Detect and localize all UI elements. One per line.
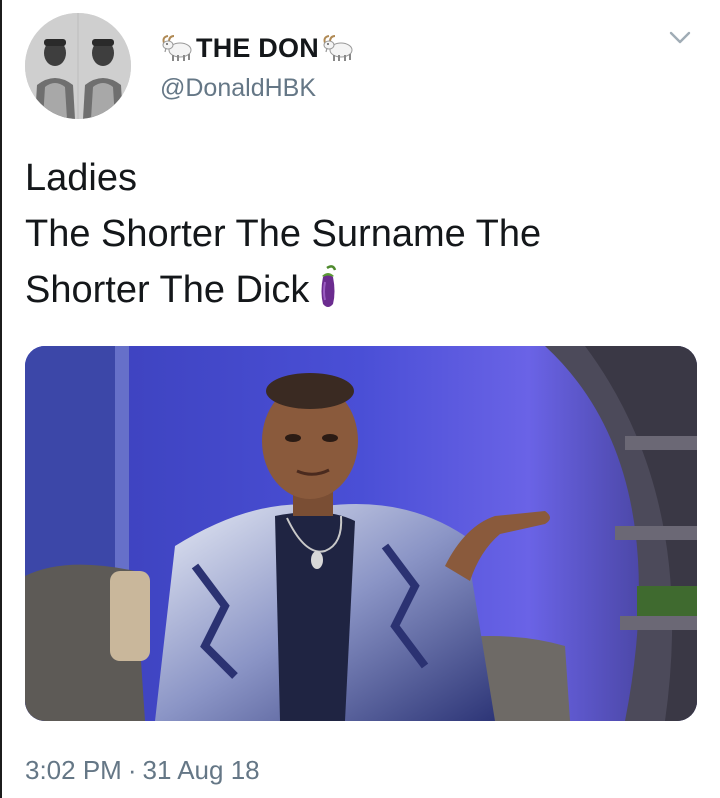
tweet-timestamp[interactable]: 3:02 PM · 31 Aug 18 bbox=[25, 755, 260, 786]
tweet-time[interactable]: 3:02 PM bbox=[25, 755, 122, 785]
author-display-name[interactable]: THE DON bbox=[196, 33, 319, 64]
tweet-date[interactable]: 31 Aug 18 bbox=[143, 755, 260, 785]
eggplant-icon bbox=[315, 264, 341, 310]
tweet-line: Ladies bbox=[25, 157, 137, 199]
goat-icon bbox=[321, 33, 355, 63]
avatar-image bbox=[25, 13, 131, 119]
tweet-photo[interactable] bbox=[25, 346, 697, 721]
author-handle[interactable]: @DonaldHBK bbox=[160, 74, 316, 103]
goat-icon bbox=[160, 33, 194, 63]
tweet-line-last: Shorter The Dick bbox=[25, 262, 685, 318]
chevron-down-icon[interactable] bbox=[666, 28, 694, 48]
tweet-text: Ladies The Shorter The Surname The Short… bbox=[25, 150, 685, 318]
photo-image bbox=[25, 346, 697, 721]
author-name-row[interactable]: THE DON bbox=[160, 30, 355, 66]
tweet-line-text: Shorter The Dick bbox=[25, 269, 310, 311]
author-avatar[interactable] bbox=[25, 13, 131, 119]
tweet-line: The Shorter The Surname The bbox=[25, 213, 542, 255]
timestamp-separator: · bbox=[127, 755, 137, 785]
left-border bbox=[0, 0, 2, 798]
